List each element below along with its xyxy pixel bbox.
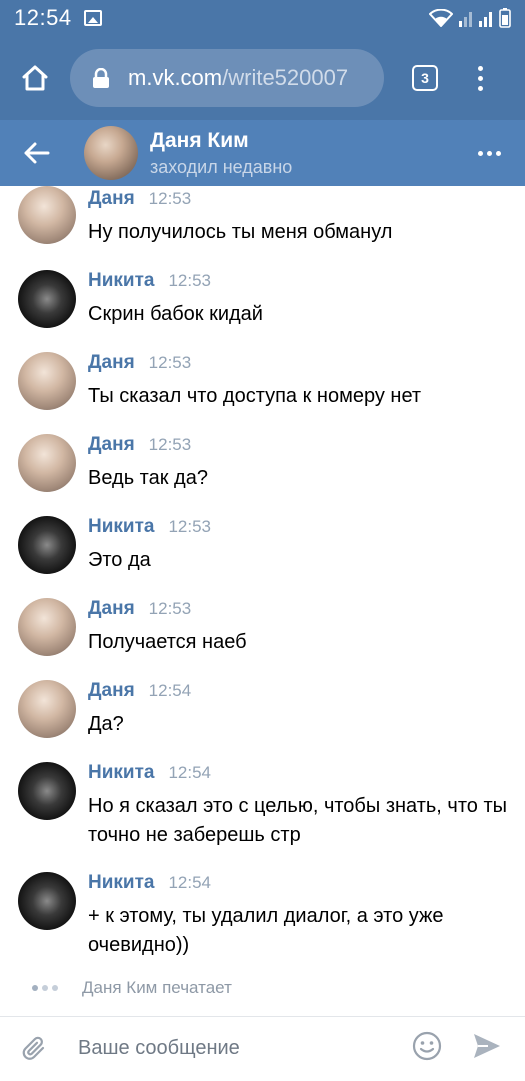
author-name[interactable]: Никита [88,762,154,784]
tabs-button[interactable]: 3 [412,65,438,91]
message-time: 12:54 [148,681,192,700]
message-text: Скрин бабок кидай [88,303,263,325]
url-host: m.vk.com [128,65,223,90]
author-avatar[interactable] [18,270,76,328]
message-time: 12:53 [148,189,192,208]
contact-name: Даня Ким [150,128,249,152]
author-name[interactable]: Даня [88,598,135,620]
contact-info[interactable]: Даня Ким заходил недавно [150,129,292,178]
author-name[interactable]: Никита [88,270,154,292]
message-time: 12:53 [168,517,212,536]
message-time: 12:54 [168,873,212,892]
author-name[interactable]: Даня [88,680,135,702]
status-bar: 12:54 [0,0,525,36]
message-list[interactable]: Даня 12:53 Ну получилось ты меня обманул … [0,186,525,1016]
message-time: 12:53 [168,271,212,290]
author-name[interactable]: Даня [88,434,135,456]
message-composer [0,1016,525,1080]
message-input[interactable] [78,1037,398,1060]
author-avatar[interactable] [18,762,76,820]
message-text: Но я сказал это с целью, чтобы знать, чт… [88,795,507,846]
more-dot-icon [496,150,501,156]
author-name[interactable]: Даня [88,352,135,374]
author-avatar[interactable] [18,186,76,244]
wifi-icon [429,9,453,27]
battery-icon [499,8,511,28]
send-icon [474,1034,500,1058]
author-avatar[interactable] [18,434,76,492]
typing-indicator: Даня Ким печатает [0,976,525,1000]
url-text: m.vk.com/write520007 [128,65,348,91]
attach-button[interactable] [0,1017,70,1081]
message-text: Ведь так да? [88,467,208,489]
send-button[interactable] [472,1032,502,1065]
message-time: 12:53 [148,353,192,372]
message-text: Это да [88,549,151,571]
author-avatar[interactable] [18,680,76,738]
typing-dots-icon [32,985,58,991]
message-time: 12:53 [148,599,192,618]
author-name[interactable]: Никита [88,872,154,894]
status-indicators [429,8,511,28]
author-name[interactable]: Никита [88,516,154,538]
paperclip-icon [22,1036,45,1060]
home-icon [22,65,48,91]
menu-dot-icon [478,75,483,81]
message-text: Ты сказал что доступа к номеру нет [88,385,422,407]
message-text: Ну получилось ты меня обманул [88,221,393,243]
message-text: + к этому, ты удалил диалог, а это уже о… [88,905,444,956]
more-dot-icon [487,150,492,156]
signal-weak-icon [459,12,472,27]
emoji-button[interactable] [412,1031,442,1066]
contact-status: заходил недавно [150,156,293,177]
chat-header: Даня Ким заходил недавно [0,120,525,186]
signal-icon [479,12,492,27]
author-avatar[interactable] [18,352,76,410]
message-time: 12:53 [148,435,192,454]
browser-toolbar: m.vk.com/write520007 3 [0,36,525,120]
back-button[interactable] [0,120,72,186]
lock-icon [93,68,109,88]
more-dot-icon [478,150,483,156]
browser-menu-button[interactable] [478,65,483,91]
smile-icon [412,1031,442,1061]
typing-text: Даня Ким печатает [82,978,232,997]
menu-dot-icon [478,85,483,91]
author-avatar[interactable] [18,872,76,930]
back-arrow-icon [24,142,50,164]
author-avatar[interactable] [18,516,76,574]
contact-avatar[interactable] [84,126,138,180]
chat-menu-button[interactable] [478,150,501,156]
image-notification-icon [83,10,102,26]
message-text: Получается наеб [88,631,247,653]
url-path: /write520007 [222,65,349,90]
author-avatar[interactable] [18,598,76,656]
home-button[interactable] [0,36,70,120]
author-name[interactable]: Даня [88,188,135,210]
message-time: 12:54 [168,763,212,782]
status-time: 12:54 [14,5,72,30]
message-text: Да? [88,713,124,735]
address-bar[interactable]: m.vk.com/write520007 [70,49,384,107]
menu-dot-icon [478,65,483,71]
